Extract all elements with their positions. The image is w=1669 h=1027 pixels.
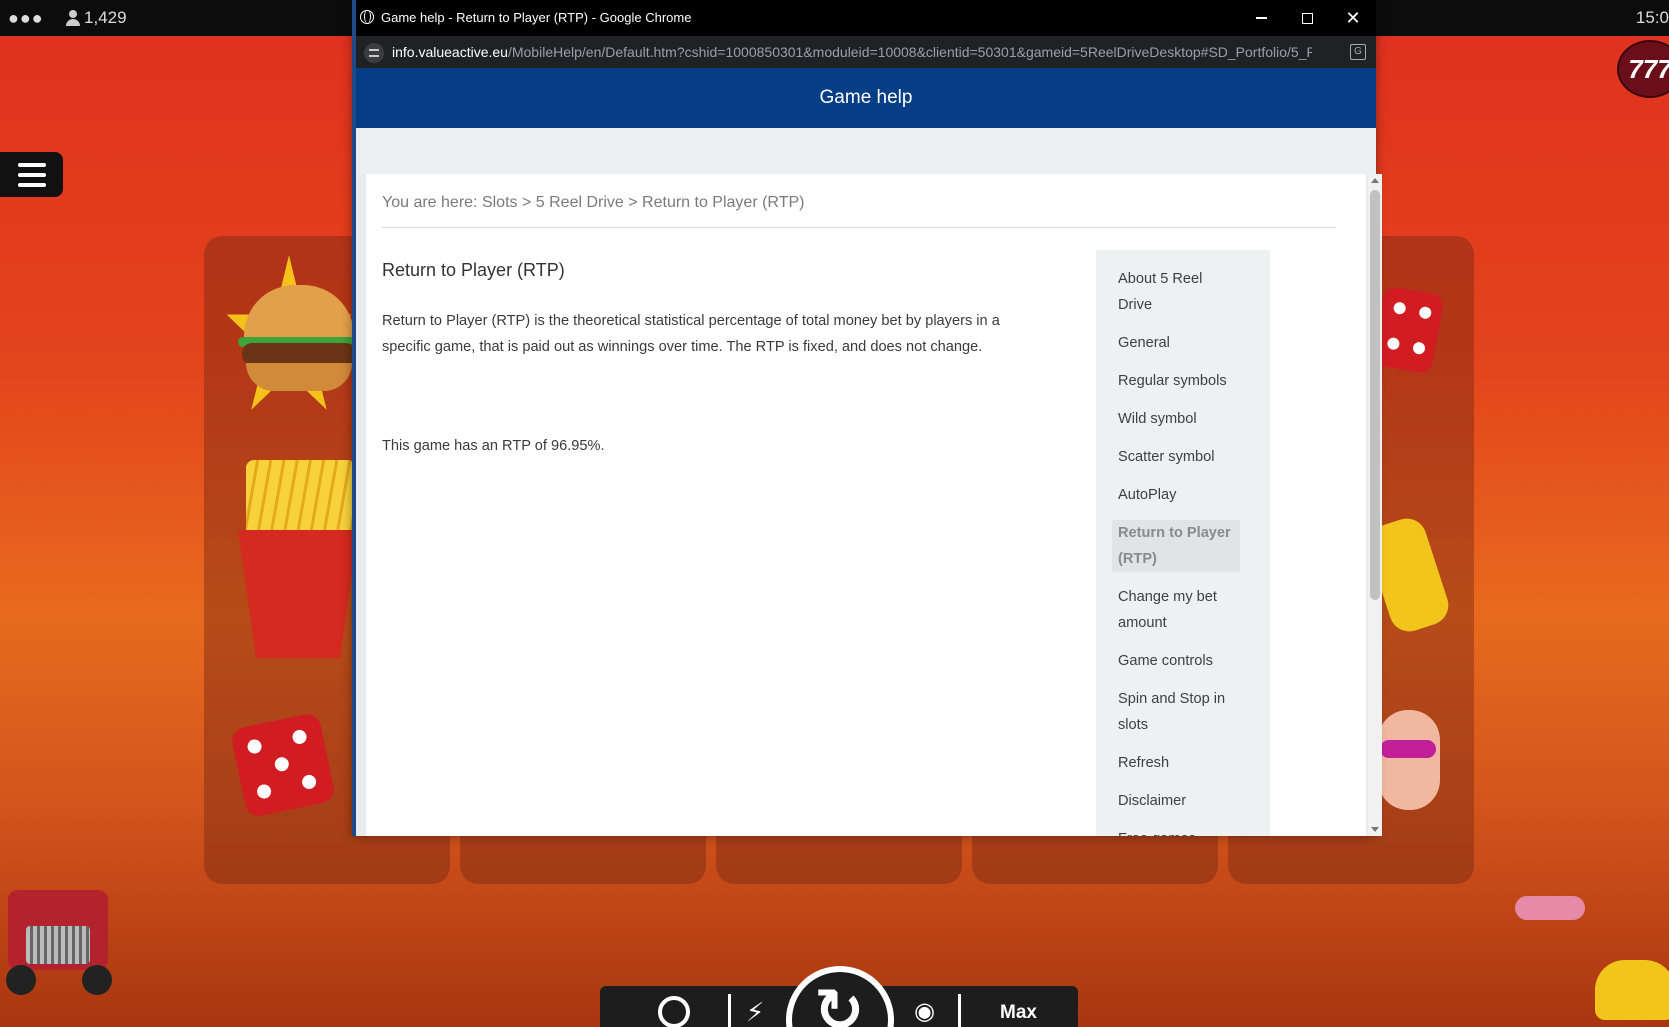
minimize-button[interactable] [1238, 4, 1284, 32]
site-info-icon[interactable] [364, 43, 384, 63]
coins-icon[interactable]: ◉ [914, 996, 950, 1027]
scroll-down-arrow-icon[interactable] [1371, 827, 1379, 832]
nav-item-scatter-symbol[interactable]: Scatter symbol [1112, 444, 1240, 470]
spin-button[interactable] [786, 966, 894, 1027]
chrome-popup-window: Game help - Return to Player (RTP) - Goo… [352, 0, 1382, 836]
content-panel: You are here: Slots > 5 Reel Drive > Ret… [366, 174, 1366, 836]
close-button[interactable]: ✕ [1330, 4, 1376, 32]
game-control-bar: ⚡ ◉ Max [600, 966, 1078, 1027]
url-host: info.valueactive.eu [392, 44, 508, 60]
die-shape [229, 711, 337, 819]
nav-item-game-controls[interactable]: Game controls [1112, 648, 1240, 674]
url-text[interactable]: info.valueactive.eu/MobileHelp/en/Defaul… [392, 44, 1312, 60]
nav-item-wild-symbol[interactable]: Wild symbol [1112, 406, 1240, 432]
breadcrumb-current: Return to Player (RTP) [642, 194, 805, 211]
help-toolbar-strip [356, 128, 1376, 174]
777-logo: 777 [1617, 40, 1669, 98]
menu-line [17, 162, 46, 167]
nav-item-rtp[interactable]: Return to Player (RTP) [1112, 520, 1240, 572]
more-dots-icon[interactable]: ●●● [8, 8, 44, 29]
nav-item-regular-symbols[interactable]: Regular symbols [1112, 368, 1240, 394]
separator [958, 994, 961, 1027]
scroll-thumb[interactable] [1370, 190, 1380, 600]
url-path: /MobileHelp/en/Default.htm?cshid=1000850… [507, 44, 1312, 60]
nav-item-disclaimer[interactable]: Disclaimer [1112, 788, 1240, 814]
maximize-button[interactable] [1284, 4, 1330, 32]
content-scrollbar[interactable] [1368, 174, 1382, 836]
taxi-symbol [1362, 480, 1454, 640]
translate-icon[interactable]: G [1350, 44, 1366, 60]
player-credits: 1,429 [66, 8, 127, 28]
nav-item-change-bet[interactable]: Change my bet amount [1112, 584, 1240, 636]
breadcrumb-slots-link[interactable]: Slots [482, 194, 518, 211]
lady-glasses [1380, 740, 1436, 758]
window-title: Game help - Return to Player (RTP) - Goo… [381, 10, 692, 25]
car-body [1515, 896, 1585, 920]
burger-symbol [224, 255, 356, 425]
help-body: You are here: Slots > 5 Reel Drive > Ret… [356, 128, 1382, 836]
minimize-icon [1255, 17, 1267, 19]
clock: 15:0 [1635, 8, 1669, 27]
lady-symbol [1378, 700, 1448, 860]
help-header: Game help [356, 68, 1376, 128]
patty-shape [242, 343, 356, 365]
separator [728, 994, 731, 1027]
nav-item-about[interactable]: About 5 Reel Drive [1112, 266, 1240, 318]
car-body [1595, 960, 1669, 1020]
rtp-statement: This game has an RTP of 96.95%. [382, 438, 605, 454]
truck-wheel [82, 965, 112, 995]
rtp-description: Return to Player (RTP) is the theoretica… [382, 313, 1000, 355]
fries-sticks [246, 460, 356, 540]
fries-symbol [238, 460, 358, 660]
breadcrumb: You are here: Slots > 5 Reel Drive > Ret… [382, 194, 1336, 228]
breadcrumb-prefix: You are here: [382, 194, 478, 211]
nav-item-refresh[interactable]: Refresh [1112, 750, 1240, 776]
lady-face [1378, 710, 1440, 810]
address-bar[interactable]: info.valueactive.eu/MobileHelp/en/Defaul… [356, 36, 1376, 68]
breadcrumb-separator: > [628, 194, 638, 211]
breadcrumb-separator: > [521, 194, 532, 211]
menu-line [17, 172, 46, 177]
autoplay-icon[interactable] [658, 996, 690, 1027]
help-side-nav: About 5 Reel Drive General Regular symbo… [1096, 250, 1270, 836]
pink-car-decoration [1515, 890, 1585, 926]
turbo-bolt-icon[interactable]: ⚡ [746, 996, 782, 1027]
fries-box [238, 530, 358, 658]
max-bet-button[interactable]: Max [1000, 1002, 1037, 1024]
die-shape [1371, 285, 1445, 375]
dice-symbol-right [1371, 285, 1448, 380]
bun-bottom-shape [246, 363, 352, 391]
scroll-up-arrow-icon[interactable] [1371, 178, 1379, 183]
truck-decoration [0, 870, 120, 995]
close-icon: ✕ [1345, 7, 1361, 28]
page-title: Return to Player (RTP) [382, 260, 565, 280]
yellow-car-decoration [1595, 950, 1669, 1020]
truck-grill [26, 926, 90, 964]
window-titlebar[interactable]: Game help - Return to Player (RTP) - Goo… [356, 0, 1376, 36]
person-icon [66, 10, 80, 26]
menu-line [17, 182, 46, 187]
bun-shape [244, 285, 354, 345]
credits-value: 1,429 [84, 8, 127, 27]
globe-icon [360, 10, 374, 24]
maximize-icon [1301, 12, 1313, 24]
nav-item-free-games[interactable]: Free games [1112, 826, 1240, 836]
dice-symbol [229, 710, 358, 830]
truck-wheel [6, 965, 36, 995]
hamburger-menu-button[interactable] [0, 152, 63, 197]
breadcrumb-game-link[interactable]: 5 Reel Drive [536, 194, 624, 211]
nav-item-spin-stop[interactable]: Spin and Stop in slots [1112, 686, 1240, 738]
nav-item-general[interactable]: General [1112, 330, 1240, 356]
help-header-title: Game help [819, 87, 913, 108]
nav-item-autoplay[interactable]: AutoPlay [1112, 482, 1240, 508]
